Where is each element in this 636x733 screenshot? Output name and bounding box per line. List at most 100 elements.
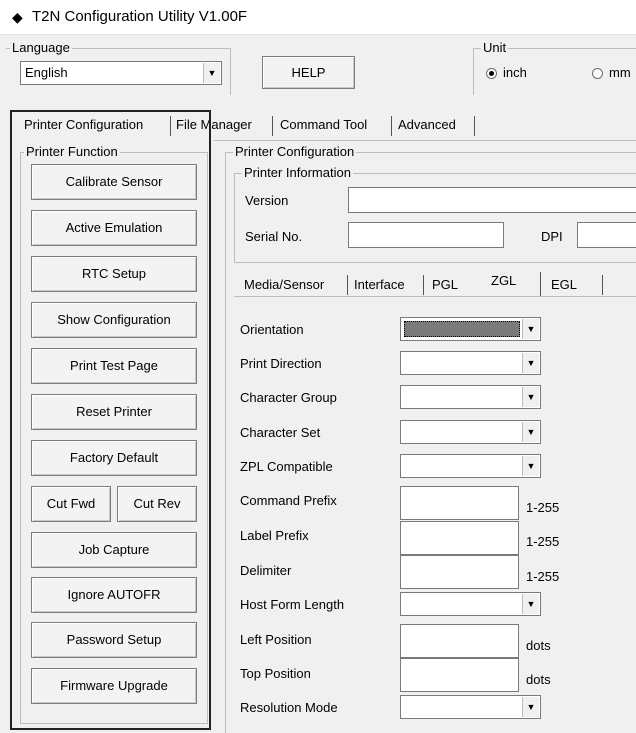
resolution-mode-label: Resolution Mode [240,700,338,715]
tab-separator [391,116,392,136]
serial-no-field[interactable] [348,222,504,248]
chevron-down-icon[interactable]: ▼ [522,456,539,476]
delimiter-label: Delimiter [240,563,292,578]
command-prefix-field[interactable] [400,486,519,520]
top-position-field[interactable] [400,658,519,692]
tab-zgl[interactable]: ZGL [489,273,518,289]
tab-pgl[interactable]: PGL [430,277,460,293]
unit-mm-label: mm [609,65,631,80]
zpl-compatible-select[interactable]: ▼ [400,454,541,478]
left-position-unit: dots [526,638,551,653]
tab-separator [602,275,603,295]
orientation-selected-highlight [404,321,520,337]
version-label: Version [245,193,289,208]
print-direction-select[interactable]: ▼ [400,351,541,375]
dpi-label: DPI [541,229,563,244]
print-direction-label: Print Direction [240,356,322,371]
chevron-down-icon[interactable]: ▼ [522,319,539,339]
zpl-compatible-label: ZPL Compatible [240,459,333,474]
print-test-page-button[interactable]: Print Test Page [31,348,197,384]
tab-command-tool[interactable]: Command Tool [278,117,369,133]
show-configuration-button[interactable]: Show Configuration [31,302,197,338]
password-setup-button[interactable]: Password Setup [31,622,197,658]
chevron-down-icon[interactable]: ▼ [522,697,539,717]
job-capture-label: Job Capture [78,542,150,557]
ignore-autofr-label: Ignore AUTOFR [67,587,161,602]
version-field[interactable] [348,187,636,213]
unit-inch-label: inch [503,65,527,80]
command-prefix-label: Command Prefix [240,493,337,508]
calibrate-sensor-label: Calibrate Sensor [65,174,163,189]
ignore-autofr-button[interactable]: Ignore AUTOFR [31,577,197,613]
host-form-length-select[interactable]: ▼ [400,592,541,616]
chevron-down-icon[interactable]: ▼ [522,594,539,614]
delimiter-range: 1-255 [526,569,560,584]
delimiter-field[interactable] [400,555,519,589]
language-select[interactable]: English ▼ [20,61,222,85]
print-test-page-label: Print Test Page [70,358,158,373]
unit-legend: Unit [481,40,509,55]
host-form-length-label: Host Form Length [240,597,345,612]
rtc-setup-label: RTC Setup [81,266,147,281]
printer-configuration-legend: Printer Configuration [233,144,357,159]
factory-default-label: Factory Default [69,450,159,465]
help-button-label: HELP [291,64,326,80]
calibrate-sensor-button[interactable]: Calibrate Sensor [31,164,197,200]
tab-interface[interactable]: Interface [352,277,407,293]
cut-rev-label: Cut Rev [133,496,181,511]
command-prefix-range: 1-255 [526,500,560,515]
unit-mm-radio[interactable] [592,68,603,79]
active-emulation-button[interactable]: Active Emulation [31,210,197,246]
character-group-label: Character Group [240,390,337,405]
reset-printer-button[interactable]: Reset Printer [31,394,197,430]
chevron-down-icon[interactable]: ▼ [522,387,539,407]
tab-advanced[interactable]: Advanced [396,117,458,133]
printer-information-legend: Printer Information [242,165,353,180]
active-emulation-label: Active Emulation [65,220,163,235]
character-set-label: Character Set [240,425,321,440]
orientation-select[interactable]: ▼ [400,317,541,341]
sub-tab-content-border [234,296,636,297]
unit-inch-radio[interactable] [486,68,497,79]
factory-default-button[interactable]: Factory Default [31,440,197,476]
left-position-label: Left Position [240,632,312,647]
show-configuration-label: Show Configuration [57,312,171,327]
cut-rev-button[interactable]: Cut Rev [117,486,197,522]
serial-no-label: Serial No. [245,229,303,244]
reset-printer-label: Reset Printer [76,404,152,419]
chevron-down-icon[interactable]: ▼ [522,353,539,373]
resolution-mode-select[interactable]: ▼ [400,695,541,719]
tab-separator [423,275,424,295]
language-value: English [25,65,68,80]
left-position-field[interactable] [400,624,519,658]
job-capture-button[interactable]: Job Capture [31,532,197,568]
tab-separator [474,116,475,136]
tab-separator [540,272,541,296]
printer-function-legend: Printer Function [24,144,120,159]
firmware-upgrade-label: Firmware Upgrade [60,678,168,693]
orientation-label: Orientation [240,322,304,337]
help-button[interactable]: HELP [262,56,355,89]
top-position-unit: dots [526,672,551,687]
language-legend: Language [10,40,72,55]
label-prefix-field[interactable] [400,521,519,555]
cut-fwd-button[interactable]: Cut Fwd [31,486,111,522]
firmware-upgrade-button[interactable]: Firmware Upgrade [31,668,197,704]
tab-separator [347,275,348,295]
tab-separator [272,116,273,136]
label-prefix-label: Label Prefix [240,528,309,543]
chevron-down-icon[interactable]: ▼ [203,63,220,83]
password-setup-label: Password Setup [66,632,162,647]
label-prefix-range: 1-255 [526,534,560,549]
cut-fwd-label: Cut Fwd [46,496,96,511]
tab-media-sensor[interactable]: Media/Sensor [242,277,326,293]
rtc-setup-button[interactable]: RTC Setup [31,256,197,292]
tab-egl[interactable]: EGL [549,277,579,293]
character-set-select[interactable]: ▼ [400,420,541,444]
chevron-down-icon[interactable]: ▼ [522,422,539,442]
tab-content-border [214,140,636,141]
title-bar: ◆ T2N Configuration Utility V1.00F [0,0,636,35]
dpi-field[interactable] [577,222,636,248]
character-group-select[interactable]: ▼ [400,385,541,409]
diamond-icon: ◆ [12,9,23,25]
